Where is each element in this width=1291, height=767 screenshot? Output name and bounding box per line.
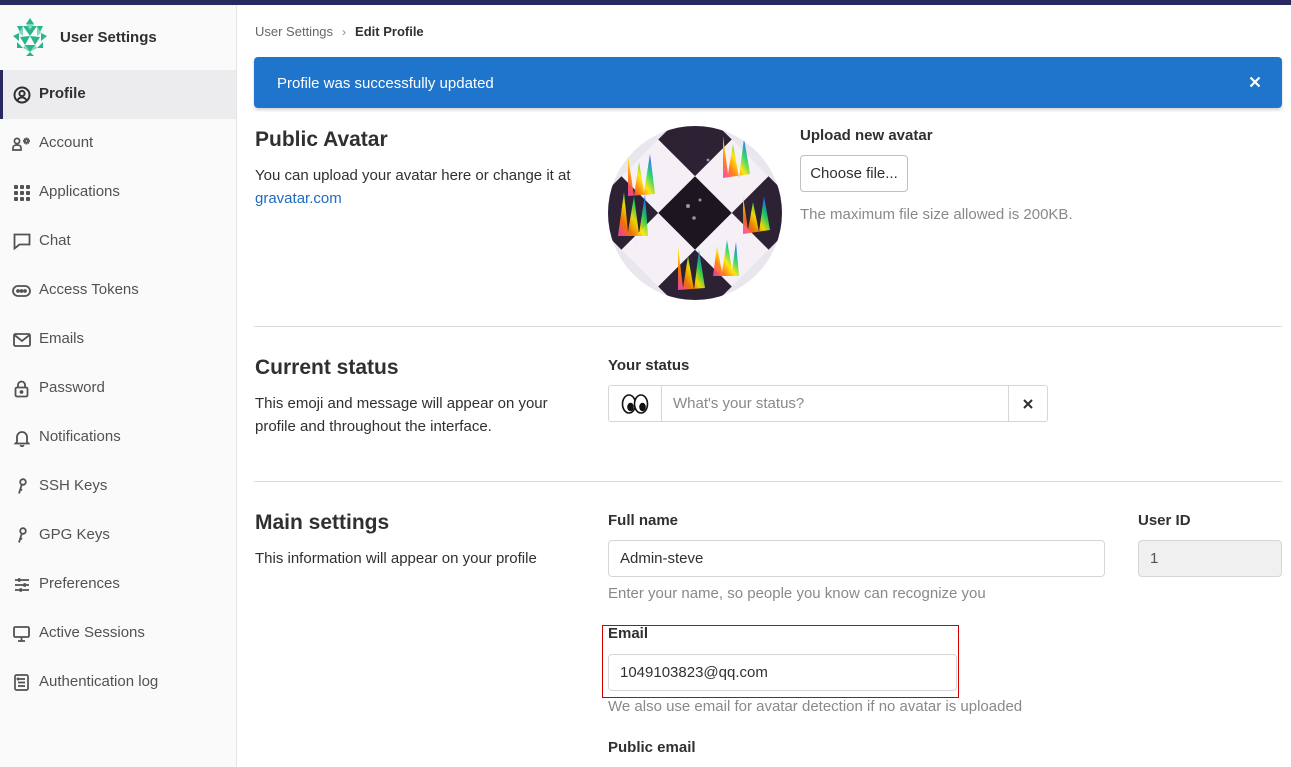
gravatar-link[interactable]: gravatar.com bbox=[255, 190, 342, 207]
avatar-section-title: Public Avatar bbox=[255, 128, 388, 151]
your-status-label: Your status bbox=[608, 357, 690, 374]
email-label: Email bbox=[608, 625, 649, 642]
avatar bbox=[608, 126, 782, 300]
sidebar-item-label: Chat bbox=[39, 232, 71, 249]
sidebar-item-authentication-log[interactable]: Authentication log bbox=[0, 658, 236, 707]
status-section-title: Current status bbox=[255, 356, 399, 379]
max-size-hint: The maximum file size allowed is 200KB. bbox=[800, 206, 1073, 223]
sidebar-item-access-tokens[interactable]: Access Tokens bbox=[0, 266, 236, 315]
emoji-picker-button[interactable] bbox=[609, 386, 662, 421]
monitor-icon bbox=[12, 624, 31, 643]
log-icon bbox=[12, 673, 31, 692]
mail-icon bbox=[12, 330, 31, 349]
sidebar-item-profile[interactable]: Profile bbox=[0, 70, 236, 119]
close-icon bbox=[1023, 398, 1033, 409]
user-id-field bbox=[1138, 540, 1282, 577]
app-logo-icon bbox=[13, 18, 47, 56]
sidebar-item-ssh-keys[interactable]: SSH Keys bbox=[0, 462, 236, 511]
sidebar-item-preferences[interactable]: Preferences bbox=[0, 560, 236, 609]
sidebar-item-active-sessions[interactable]: Active Sessions bbox=[0, 609, 236, 658]
full-name-hint: Enter your name, so people you know can … bbox=[608, 585, 986, 602]
sidebar-header[interactable]: User Settings bbox=[0, 5, 236, 70]
sidebar-item-gpg-keys[interactable]: GPG Keys bbox=[0, 511, 236, 560]
section-divider bbox=[254, 326, 1282, 327]
settings-sidebar: User Settings Profile Account Applicatio… bbox=[0, 5, 237, 767]
eyes-emoji-icon bbox=[621, 393, 649, 414]
breadcrumb-current: Edit Profile bbox=[355, 24, 424, 39]
public-email-label: Public email bbox=[608, 739, 696, 756]
breadcrumb-parent-link[interactable]: User Settings bbox=[255, 24, 333, 39]
clear-status-button[interactable] bbox=[1008, 386, 1047, 421]
avatar-description-text: You can upload your avatar here or chang… bbox=[255, 167, 571, 184]
lock-icon bbox=[12, 379, 31, 398]
choose-file-button[interactable]: Choose file... bbox=[800, 155, 908, 192]
bell-icon bbox=[12, 428, 31, 447]
sidebar-item-label: Profile bbox=[39, 85, 86, 102]
sidebar-item-label: Account bbox=[39, 134, 94, 151]
sidebar-item-applications[interactable]: Applications bbox=[0, 168, 236, 217]
sidebar-item-label: Authentication log bbox=[39, 673, 159, 690]
upload-avatar-label: Upload new avatar bbox=[800, 127, 933, 144]
sidebar-item-notifications[interactable]: Notifications bbox=[0, 413, 236, 462]
key-icon bbox=[12, 477, 31, 496]
email-hint: We also use email for avatar detection i… bbox=[608, 698, 1023, 715]
sidebar-item-emails[interactable]: Emails bbox=[0, 315, 236, 364]
avatar-image bbox=[608, 126, 782, 300]
main-settings-description: This information will appear on your pro… bbox=[255, 550, 537, 567]
full-name-field[interactable] bbox=[608, 540, 1105, 577]
sidebar-title: User Settings bbox=[60, 29, 157, 46]
status-section-description: This emoji and message will appear on yo… bbox=[255, 395, 548, 435]
sidebar-item-label: Preferences bbox=[39, 575, 120, 592]
sidebar-nav: Profile Account Applications Chat Access… bbox=[0, 70, 236, 707]
full-name-label: Full name bbox=[608, 512, 679, 529]
avatar-section-description: You can upload your avatar here or chang… bbox=[255, 164, 585, 210]
key-icon bbox=[12, 526, 31, 545]
user-id-label: User ID bbox=[1138, 512, 1191, 529]
sidebar-item-password[interactable]: Password bbox=[0, 364, 236, 413]
main-settings-title: Main settings bbox=[255, 511, 390, 534]
sidebar-item-chat[interactable]: Chat bbox=[0, 217, 236, 266]
sidebar-item-label: Applications bbox=[39, 183, 120, 200]
sidebar-item-label: GPG Keys bbox=[39, 526, 110, 543]
breadcrumb: User Settings › Edit Profile bbox=[255, 24, 424, 39]
sidebar-item-label: Access Tokens bbox=[39, 281, 139, 298]
sidebar-item-label: SSH Keys bbox=[39, 477, 108, 494]
sidebar-item-label: Notifications bbox=[39, 428, 121, 445]
status-input-group bbox=[608, 385, 1048, 422]
preferences-icon bbox=[12, 575, 31, 594]
alert-message: Profile was successfully updated bbox=[277, 75, 494, 92]
sidebar-item-label: Emails bbox=[39, 330, 85, 347]
email-field[interactable] bbox=[608, 654, 957, 691]
sidebar-item-account[interactable]: Account bbox=[0, 119, 236, 168]
sidebar-item-label: Active Sessions bbox=[39, 624, 145, 641]
chat-icon bbox=[12, 232, 31, 251]
token-icon bbox=[12, 281, 31, 300]
section-divider bbox=[254, 481, 1282, 482]
close-icon[interactable] bbox=[1248, 75, 1262, 89]
chevron-right-icon: › bbox=[342, 24, 347, 39]
success-alert: Profile was successfully updated bbox=[254, 57, 1282, 108]
applications-icon bbox=[12, 183, 31, 202]
status-input[interactable] bbox=[662, 386, 1010, 421]
account-icon bbox=[12, 134, 31, 153]
profile-icon bbox=[12, 85, 31, 104]
sidebar-item-label: Password bbox=[39, 379, 105, 396]
